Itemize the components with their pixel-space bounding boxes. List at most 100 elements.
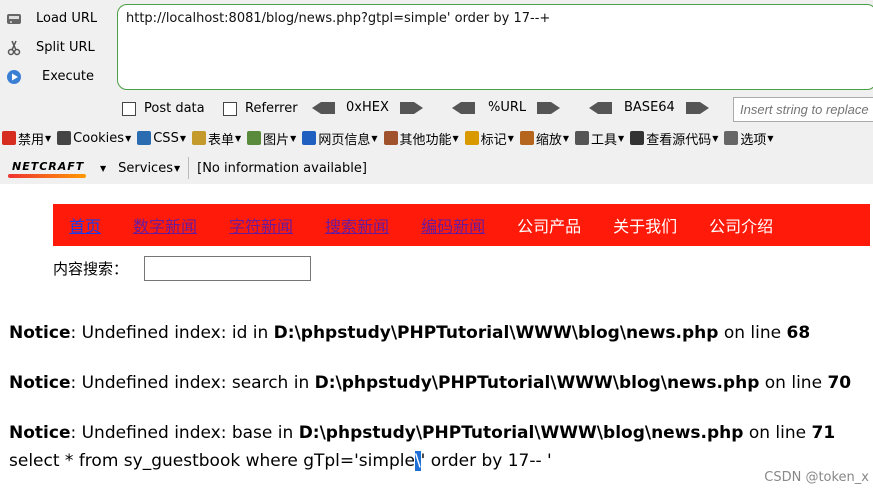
scissors-icon [4,38,24,58]
chevron-down-icon: ▼ [712,133,719,143]
notice-prefix: Notice [9,423,71,443]
load-url-icon [4,9,24,29]
dev-menu-7[interactable]: 标记 ▼ [464,129,514,148]
chevron-down-icon: ▼ [562,133,570,143]
url-decode-bar[interactable] [461,102,475,114]
watermark: CSDN @token_x [764,470,869,485]
toolbar-separator [188,157,190,179]
services-dropdown-icon[interactable]: ▼ [174,164,180,173]
dev-menu-0[interactable]: 禁用 ▼ [2,129,51,148]
split-url-button[interactable]: Split URL [0,33,114,62]
dev-menu-label: Cookies [73,130,125,146]
developer-toolbar: 禁用 ▼ Cookies ▼ CSS ▼ 表单 ▼ 图片 ▼ 网页信息 ▼ 其他功能 ▼ 标记 ▼ 缩放 ▼ 工具 ▼… [0,124,873,152]
netcraft-dropdown-icon[interactable]: ▼ [100,164,106,173]
php-notice: Notice: Undefined index: search in D:\ph… [9,373,851,393]
execute-label: Execute [42,69,94,84]
chevron-down-icon: ▼ [767,133,774,143]
dev-menu-9[interactable]: 工具 ▼ [575,129,624,148]
chevron-down-icon: ▼ [507,133,514,143]
load-url-button[interactable]: Load URL [0,4,114,33]
hex-decode-arrow-icon[interactable] [312,102,321,114]
dev-menu-label: 图片 [263,132,290,148]
hex-decode-bar[interactable] [321,102,335,114]
dev-menu-label: 其他功能 [399,132,452,148]
url-encode-bar[interactable] [537,102,551,114]
dev-menu-10[interactable]: 查看源代码 ▼ [630,129,718,148]
css-icon [137,131,152,145]
dev-menu-label: 工具 [591,132,618,148]
php-notice: Notice: Undefined index: id in D:\phpstu… [9,323,810,343]
url-decode-arrow-icon[interactable] [452,102,461,114]
insert-string-input[interactable] [733,97,873,122]
dev-menu-2[interactable]: CSS ▼ [137,131,186,146]
chevron-down-icon: ▼ [290,133,297,143]
chevron-down-icon: ▼ [371,133,378,143]
pencil-icon [464,131,479,145]
post-data-checkbox-box[interactable] [122,101,136,116]
chevron-down-icon: ▼ [235,133,242,143]
notice-line-number: 71 [811,423,836,443]
referrer-checkbox[interactable]: Referrer [223,101,298,116]
sql-query-output: select * from sy_guestbook where gTpl='s… [9,451,552,471]
dev-menu-label: 选项 [740,132,767,148]
dev-menu-label: CSS [153,130,179,146]
source-icon [630,131,645,145]
post-data-label: Post data [144,101,205,116]
nav-item-7[interactable]: 公司介绍 [693,213,789,237]
execute-icon [4,67,24,87]
hackbar-actions: Load URL Split URL Execute [0,4,114,91]
netcraft-logo[interactable]: NETCRAFT [8,159,86,178]
sql-text-after: ' order by 17-- ' [420,451,552,471]
netcraft-logo-wave [8,174,86,178]
dev-menu-11[interactable]: 选项 ▼ [724,129,774,148]
dev-menu-4[interactable]: 图片 ▼ [247,129,296,148]
search-label: 内容搜索： [53,260,129,278]
hex-encode-arrow-icon[interactable] [414,102,423,114]
dev-menu-label: 缩放 [535,132,562,148]
hex-encode-bar[interactable] [400,102,414,114]
info-icon [302,131,317,145]
nav-item-0[interactable]: 首页 [53,213,117,237]
chevron-down-icon: ▼ [618,133,625,143]
sql-text-before: select * from sy_guestbook where gTpl='s… [9,451,415,471]
notice-path: D:\phpstudy\PHPTutorial\WWW\blog\news.ph… [298,423,744,443]
image-icon [247,131,262,145]
url-input[interactable] [117,4,873,90]
nav-item-4[interactable]: 编码新闻 [405,213,501,237]
dev-menu-3[interactable]: 表单 ▼ [191,129,242,148]
dev-menu-5[interactable]: 网页信息 ▼ [302,129,378,148]
nav-item-2[interactable]: 字符新闻 [213,213,309,237]
execute-button[interactable]: Execute [0,62,114,91]
notice-message: : Undefined index: base in [70,423,299,443]
chevron-down-icon: ▼ [45,133,52,143]
base64-decode-bar[interactable] [598,102,612,114]
url-encode-arrow-icon[interactable] [551,102,560,114]
services-menu[interactable]: Services [118,161,173,176]
split-url-label: Split URL [36,40,95,55]
nav-item-6[interactable]: 关于我们 [597,213,693,237]
base64-encode-arrow-icon[interactable] [700,102,709,114]
nav-item-5[interactable]: 公司产品 [501,213,597,237]
netcraft-toolbar: NETCRAFT ▼ Services ▼ [No information av… [0,152,873,184]
search-input[interactable] [144,256,312,281]
url-label: %URL [488,100,527,115]
resize-icon [519,131,534,145]
post-data-checkbox[interactable]: Post data [122,101,205,116]
disable-icon [2,131,16,145]
site-navbar: 首页 数字新闻 字符新闻 搜索新闻 编码新闻 公司产品 关于我们 公司介绍 [53,204,870,246]
referrer-checkbox-box[interactable] [223,101,237,116]
base64-encode-bar[interactable] [686,102,700,114]
dev-menu-label: 标记 [480,132,507,148]
nav-item-1[interactable]: 数字新闻 [117,213,213,237]
notice-on-line: on line [759,373,828,393]
chevron-down-icon: ▼ [125,133,132,143]
dev-menu-label: 禁用 [18,132,45,148]
nav-item-3[interactable]: 搜索新闻 [309,213,405,237]
dev-menu-8[interactable]: 缩放 ▼ [519,129,570,148]
chevron-down-icon: ▼ [179,133,186,143]
base64-decode-arrow-icon[interactable] [589,102,598,114]
dev-menu-1[interactable]: Cookies ▼ [57,131,131,146]
content-search: 内容搜索： [53,256,312,281]
dev-menu-6[interactable]: 其他功能 ▼ [383,129,459,148]
dev-menu-label: 网页信息 [318,132,371,148]
